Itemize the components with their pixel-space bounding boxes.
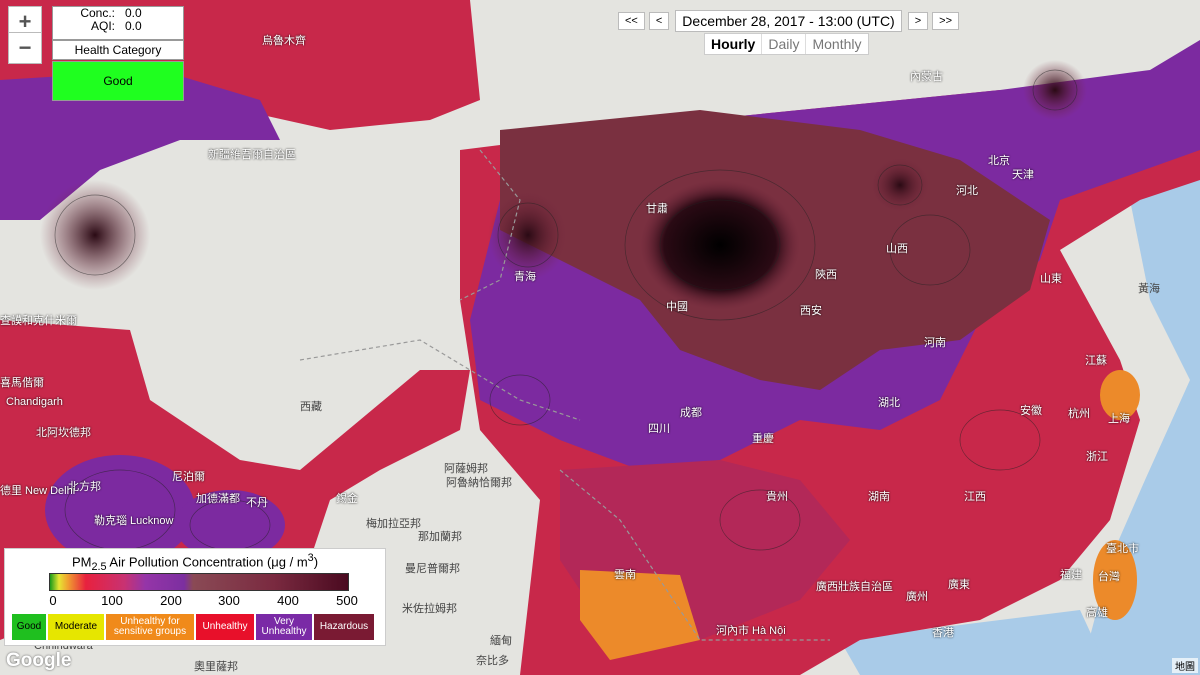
aqi-label: AQI: (90, 19, 115, 33)
place-label: 四川 (648, 423, 670, 435)
place-label: 青海 (514, 271, 536, 283)
place-label: 河南 (924, 337, 946, 349)
place-label: 加德滿都 (196, 493, 240, 505)
place-label: 北阿坎德邦 (36, 427, 91, 439)
place-label: 雲南 (614, 569, 636, 581)
legend-title: PM2.5 Air Pollution Concentration (μg / … (71, 552, 319, 573)
legend-category: Moderate (48, 614, 104, 640)
place-label: 那加蘭邦 (418, 531, 462, 543)
place-label: 喜馬偕爾 (0, 377, 44, 389)
zoom-out-button[interactable]: − (8, 32, 42, 64)
place-label: 查謨和克什米爾 (0, 315, 77, 327)
place-label: 上海 (1108, 413, 1130, 425)
place-label: 江西 (964, 491, 986, 503)
next-button[interactable]: > (907, 12, 929, 30)
place-label: 台灣 (1098, 571, 1120, 583)
date-display: December 28, 2017 - 13:00 (UTC) (675, 10, 902, 32)
legend-tick: 0 (49, 593, 57, 608)
map-attribution[interactable]: 地圖 (1172, 658, 1198, 673)
place-label: 成都 (680, 407, 702, 419)
place-label: 中國 (666, 301, 688, 313)
place-label: 烏魯木齊 (262, 35, 306, 47)
aqi-value: 0.0 (125, 19, 142, 33)
place-label: 奈比多 (476, 655, 509, 667)
place-label: 天津 (1012, 169, 1034, 181)
place-label: 米佐拉姆邦 (402, 603, 457, 615)
legend-tick: 200 (160, 593, 182, 608)
place-label: 貴州 (766, 491, 788, 503)
google-logo: Google (6, 650, 72, 671)
legend-category: Very Unhealthy (256, 614, 312, 640)
concentration-readout: Conc.: 0.0 AQI: 0.0 (52, 6, 184, 40)
legend-categories: Good Moderate Unhealthy for sensitive grou… (12, 614, 374, 640)
place-label: 臺北市 (1106, 543, 1139, 555)
legend-category: Hazardous (314, 614, 374, 640)
place-label: 奧里薩邦 (194, 661, 238, 673)
prev-button[interactable]: < (648, 12, 670, 30)
place-label: 高雄 (1086, 607, 1108, 619)
interval-tabs: Hourly Daily Monthly (704, 33, 869, 55)
place-label: 江蘇 (1085, 355, 1107, 367)
place-label: 內蒙古 (910, 71, 943, 83)
place-label: 河內市 Hà Nội (716, 625, 786, 637)
place-label: 廣州 (906, 591, 928, 603)
legend-category: Good (12, 614, 46, 640)
place-label: 甘肅 (646, 203, 668, 215)
last-button[interactable]: >> (932, 12, 960, 30)
pollution-hotspot-gansu (488, 190, 568, 280)
place-label: 重慶 (752, 433, 774, 445)
place-label: 陝西 (815, 269, 837, 281)
place-label: 福建 (1060, 569, 1082, 581)
place-label: 山東 (1040, 273, 1062, 285)
first-button[interactable]: << (618, 12, 645, 30)
place-label: 廣東 (948, 579, 970, 591)
place-label: 香港 (932, 627, 954, 639)
pollution-hotspot-shanxi (870, 157, 930, 213)
pollution-hotspot-xinjiang (40, 180, 150, 290)
place-label: 廣西壯族自治區 (816, 581, 893, 593)
legend-ticks: 0 100 200 300 400 500 (5, 593, 385, 609)
tab-hourly[interactable]: Hourly (705, 34, 763, 54)
legend: PM2.5 Air Pollution Concentration (μg / … (4, 548, 386, 646)
legend-tick: 300 (218, 593, 240, 608)
place-label: 安徽 (1020, 405, 1042, 417)
legend-category: Unhealthy for sensitive groups (106, 614, 194, 640)
place-label: 不丹 (246, 497, 268, 509)
place-label: 曼尼普爾邦 (405, 563, 460, 575)
legend-color-scale (49, 573, 349, 591)
place-label: 梅加拉亞邦 (366, 518, 421, 530)
place-label: 杭州 (1068, 408, 1090, 420)
place-label: 錫金 (336, 493, 358, 505)
health-category-value: Good (52, 61, 184, 101)
place-label: 西安 (800, 305, 822, 317)
place-label: 湖北 (878, 397, 900, 409)
place-label: 阿魯納恰爾邦 (446, 477, 512, 489)
place-label: 湖南 (868, 491, 890, 503)
place-label: 德里 New Delhi (0, 485, 76, 497)
place-label: 新疆維吾爾自治區 (208, 149, 296, 161)
pollution-hotspot-inner-mongolia (1023, 60, 1087, 120)
place-label: 浙江 (1086, 451, 1108, 463)
legend-tick: 400 (277, 593, 299, 608)
place-label: 緬甸 (490, 635, 512, 647)
place-label: 勒克瑙 Lucknow (94, 515, 174, 527)
place-label: 北京 (988, 155, 1010, 167)
place-label: 尼泊爾 (172, 471, 205, 483)
place-label: 黃海 (1138, 283, 1160, 295)
health-category-label: Health Category (52, 40, 184, 60)
tab-daily[interactable]: Daily (762, 34, 807, 54)
place-label: Chandigarh (6, 396, 63, 408)
place-label: 西藏 (300, 401, 322, 413)
place-label: 河北 (956, 185, 978, 197)
place-label: 山西 (886, 243, 908, 255)
legend-tick: 100 (101, 593, 123, 608)
time-navigation: << < December 28, 2017 - 13:00 (UTC) > >… (618, 10, 960, 32)
tab-monthly[interactable]: Monthly (806, 34, 867, 54)
legend-tick: 500 (336, 593, 358, 608)
legend-category: Unhealthy (196, 614, 254, 640)
